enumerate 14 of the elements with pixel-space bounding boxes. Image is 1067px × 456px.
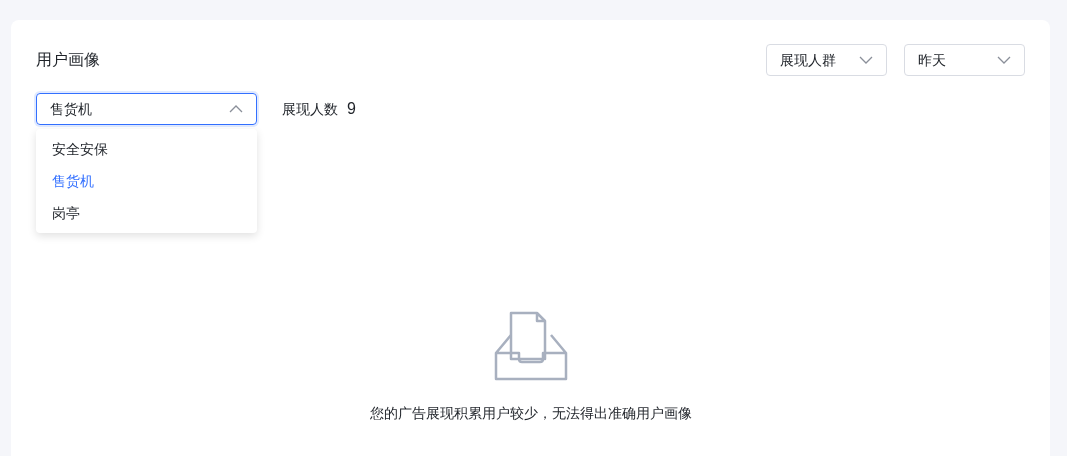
section-title: 用户画像 xyxy=(36,50,100,70)
empty-message: 您的广告展现积累用户较少，无法得出准确用户画像 xyxy=(369,404,692,423)
chevron-down-icon xyxy=(859,56,873,64)
empty-inbox-icon xyxy=(493,311,568,381)
dropdown-option[interactable]: 岗亭 xyxy=(36,197,257,229)
chevron-up-icon xyxy=(229,105,243,113)
category-dropdown[interactable]: 售货机 xyxy=(36,93,257,125)
stat-label: 展现人数 xyxy=(282,99,338,119)
filter-dropdown[interactable]: 展现人群 xyxy=(766,44,887,76)
filter-dropdown[interactable]: 昨天 xyxy=(904,44,1025,76)
chevron-down-icon xyxy=(997,56,1011,64)
stat-value: 9 xyxy=(347,99,356,119)
dropdown-option[interactable]: 安全安保 xyxy=(36,133,257,165)
dropdown-option[interactable]: 售货机 xyxy=(36,165,257,197)
